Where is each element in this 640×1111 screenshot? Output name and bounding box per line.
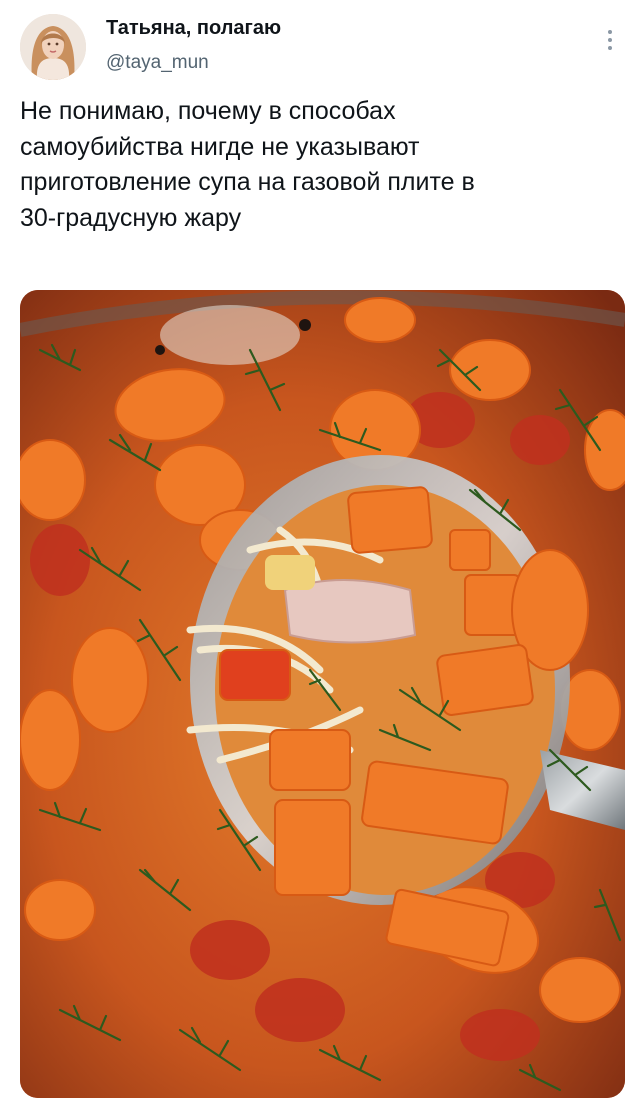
more-options-button[interactable]	[596, 26, 624, 54]
avatar-photo-icon	[20, 14, 86, 80]
display-name[interactable]: Татьяна, полагаю	[106, 16, 281, 40]
tweet-photo[interactable]	[20, 290, 625, 1098]
soup-photo-icon	[20, 290, 625, 1098]
tweet-text: Не понимаю, почему в способах самоубийст…	[20, 97, 475, 232]
author-info: Татьяна, полагаю @taya_mun	[106, 16, 281, 75]
more-vertical-icon	[608, 30, 612, 50]
user-handle[interactable]: @taya_mun	[106, 51, 281, 75]
avatar[interactable]	[20, 14, 86, 80]
tweet: Татьяна, полагаю @taya_mun Не понимаю, п…	[0, 0, 640, 1111]
